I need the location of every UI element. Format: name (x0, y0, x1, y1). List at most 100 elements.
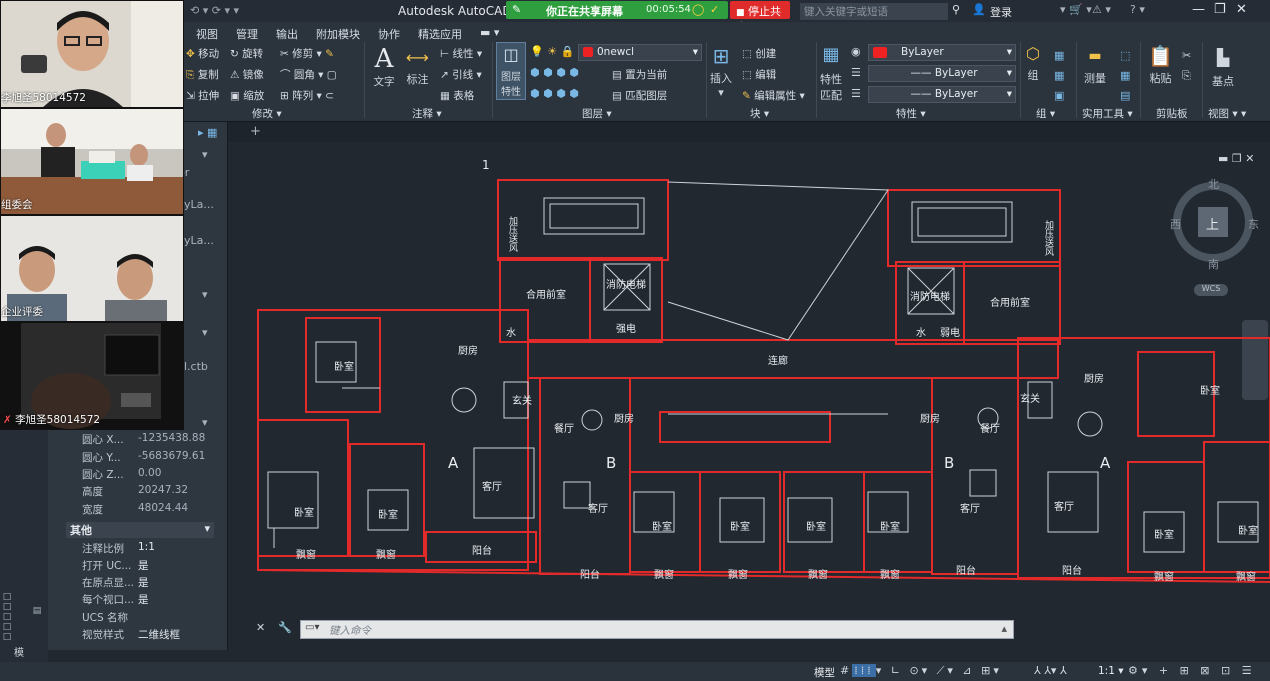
cart-icon[interactable]: ▾ 🛒 ▾ (1060, 3, 1092, 16)
paste-button[interactable]: 📋 粘贴 (1148, 44, 1173, 86)
block-group-label[interactable]: 块 ▾ (750, 106, 769, 121)
rotate-button[interactable]: ↻ 旋转 (230, 46, 263, 61)
minimize-button[interactable]: — (1192, 2, 1205, 17)
modify-group-label[interactable]: 修改 ▾ (252, 106, 282, 121)
layer-tools-row1-icons[interactable]: ⬢ ⬢ ⬢ ⬢ (530, 66, 579, 79)
prop-row-annotation-scale[interactable]: 注释比例 1:1 (48, 541, 214, 558)
command-line-close-icon[interactable]: ✕ (256, 621, 265, 634)
array-button[interactable]: ⊞ 阵列 ▾ ⊂ (280, 88, 334, 103)
measure-button[interactable]: ▬ 测量 (1084, 48, 1106, 86)
autodesk-icon[interactable]: ⚠ ▾ (1092, 3, 1111, 16)
groups-group-label[interactable]: 组 ▾ (1036, 106, 1055, 121)
layers-group-label[interactable]: 图层 ▾ (582, 106, 612, 121)
mirror-button[interactable]: ⚠ 镜像 (230, 67, 264, 82)
layer-dropdown[interactable]: 0newcl ▾ (578, 44, 702, 61)
text-button[interactable]: A 文字 (372, 44, 396, 89)
color-dropdown[interactable]: ByLayer ▾ (868, 44, 1016, 61)
video-tile-3[interactable]: 企业评委 (0, 215, 184, 322)
video-tile-4[interactable]: ✗ 李旭圣58014572 (0, 322, 184, 430)
prop-row-center-x[interactable]: 圆心 X... -1235438.88 (48, 432, 214, 449)
video-tile-1[interactable]: 李旭圣58014572 (0, 0, 184, 108)
stretch-button[interactable]: ⇲ 拉伸 (186, 88, 219, 103)
view-group-label[interactable]: 视图 ▾ ▾ (1208, 106, 1246, 121)
menu-addins[interactable]: 附加模块 (316, 26, 360, 42)
layer-tools-row2-icons[interactable]: ⬢ ⬢ ⬢ ⬢ (530, 87, 579, 100)
fillet-button[interactable]: ⌒ 圆角 ▾ ▢ (280, 67, 337, 82)
dimension-button[interactable]: ⟷ 标注 (406, 48, 429, 87)
group-button[interactable]: ⬡ 组 (1026, 44, 1040, 83)
command-scroll-icon[interactable]: ▴ (1001, 622, 1007, 635)
menu-view[interactable]: 视图 (196, 26, 218, 42)
help-icon[interactable]: ? ▾ (1130, 3, 1145, 16)
drawing-canvas[interactable]: 1 ▬ ❐ ✕ 北 南 西 东 上 WCS 合用前室 消防电梯 强电 水 消防电… (228, 142, 1270, 662)
layer-state-icons[interactable]: 💡 ☀ 🔒 (530, 45, 574, 58)
user-icon[interactable]: 👤 (972, 3, 986, 16)
linetype-dropdown[interactable]: —— ByLayer ▾ (868, 65, 1016, 82)
linear-button[interactable]: ⊢ 线性 ▾ (440, 46, 482, 61)
model-space-button[interactable]: 模型 (814, 665, 835, 680)
collapse-icon[interactable]: ▾ (202, 148, 208, 161)
insert-button[interactable]: ⊞ 插入 ▾ (710, 44, 732, 99)
new-tab-button[interactable]: + (250, 124, 261, 139)
base-view-button[interactable]: ▙ 基点 (1212, 48, 1234, 89)
vertical-palette-labels[interactable]: □□□□□ (2, 592, 12, 642)
prop-row-ucs-on[interactable]: 打开 UC... 是 (48, 558, 214, 575)
menu-featured[interactable]: 精选应用 (418, 26, 462, 42)
set-current-button[interactable]: ▤ 置为当前 (612, 67, 667, 82)
leader-button[interactable]: ↗ 引线 ▾ (440, 67, 482, 82)
copy-button[interactable]: ⎘ 复制 (186, 67, 219, 82)
restore-button[interactable]: ❐ (1214, 2, 1226, 17)
annotation-group-label[interactable]: 注释 ▾ (412, 106, 442, 121)
clipboard-group-label[interactable]: 剪贴板 (1156, 106, 1188, 121)
other-section-header[interactable]: 其他 ▾ (66, 522, 214, 538)
layer-properties-button[interactable]: ◫ 图层 特性 (496, 42, 526, 100)
status-toggles-1[interactable]: # ⁞⁞⁞ ▾ ∟ ⊙▾ ⟋▾ ⊿ ⊞▾ (840, 664, 1002, 678)
prop-row-per-viewport[interactable]: 每个视口... 是 (48, 592, 214, 609)
command-line-settings-icon[interactable]: 🔧 (278, 621, 292, 634)
search-input[interactable]: 键入关键字或短语 (800, 3, 948, 20)
close-button[interactable]: ✕ (1236, 2, 1247, 17)
check-icon[interactable]: ✓ (710, 3, 719, 16)
properties-group-label[interactable]: 特性 ▾ (896, 106, 926, 121)
prop-row-ucs-name[interactable]: UCS 名称 (48, 610, 214, 627)
edit-block-button[interactable]: ⬚ 编辑 (742, 67, 776, 82)
prop-row-visual-style[interactable]: 视觉样式 二维线框 (48, 627, 214, 644)
stop-share-button[interactable]: ■ 停止共享 (730, 1, 790, 34)
video-tile-2[interactable]: 组委会 (0, 108, 184, 215)
color-wheel-icon[interactable]: ◉ (851, 45, 861, 58)
match-layer-button[interactable]: ▤ 匹配图层 (612, 88, 667, 103)
utilities-group-label[interactable]: 实用工具 ▾ (1082, 106, 1133, 121)
trim-button[interactable]: ✂ 修剪 ▾ ✎ (280, 46, 334, 61)
login-link[interactable]: 登录 (990, 4, 1012, 20)
model-tab[interactable]: 模 (14, 644, 24, 659)
command-history-icon[interactable]: ▭▾ (305, 622, 319, 633)
clipboard-tools-icons[interactable]: ✂ ⎘ (1182, 46, 1191, 86)
ribbon-toggle-icon[interactable]: ▬ ▾ (480, 26, 499, 42)
create-block-button[interactable]: ⬚ 创建 (742, 46, 776, 61)
palette-toolbar-icons[interactable]: ▸ ▦ (198, 126, 217, 139)
command-input[interactable]: ▭▾ 键入命令 ▴ (300, 620, 1014, 639)
annotation-scale[interactable]: 1:1 ▾ (1098, 665, 1124, 677)
edit-attributes-button[interactable]: ✎ 编辑属性 ▾ (742, 88, 805, 103)
prop-row-height[interactable]: 高度 20247.32 (48, 484, 214, 501)
menu-collaborate[interactable]: 协作 (378, 26, 400, 42)
move-button[interactable]: ✥ 移动 (186, 46, 219, 61)
prop-row-width[interactable]: 宽度 48024.44 (48, 502, 214, 519)
table-button[interactable]: ▦ 表格 (440, 88, 474, 103)
section-collapse-icon[interactable]: ▾ (202, 326, 208, 339)
status-annotation-icons[interactable]: ⅄ ⅄▾ ⅄ (1034, 664, 1067, 677)
menu-output[interactable]: 输出 (276, 26, 298, 42)
match-properties-button[interactable]: ▦ 特性 匹配 (820, 44, 842, 103)
section-collapse-icon[interactable]: ▾ (202, 416, 208, 429)
lineweight-dropdown[interactable]: —— ByLayer ▾ (868, 86, 1016, 103)
prop-row-center-z[interactable]: 圆心 Z... 0.00 (48, 467, 214, 484)
search-icon[interactable]: ⚲ (952, 3, 960, 16)
menu-manage[interactable]: 管理 (236, 26, 258, 42)
section-collapse-icon[interactable]: ▾ (202, 288, 208, 301)
prop-row-origin[interactable]: 在原点显... 是 (48, 575, 214, 592)
prop-row-center-y[interactable]: 圆心 Y... -5683679.61 (48, 450, 214, 467)
group-tools-icons[interactable]: ▦ ▦ ▣ (1054, 46, 1064, 106)
pause-icon[interactable]: ◯ (692, 3, 704, 16)
status-tools[interactable]: ⚙▾ + ⊞ ⊠ ⊡ ☰ (1128, 664, 1256, 677)
scale-button[interactable]: ▣ 缩放 (230, 88, 264, 103)
